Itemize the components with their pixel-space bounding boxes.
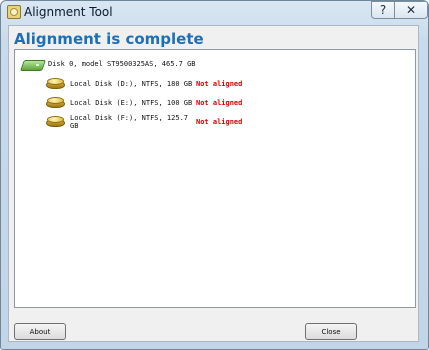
disk-label: Disk 0, model ST9500325AS, 465.7 GB [48, 60, 196, 68]
partition-label: Local Disk (D:), NTFS, 180 GB [70, 80, 193, 88]
dialog-client-area: Alignment is complete Disk 0, model ST95… [8, 25, 419, 342]
help-icon: ? [379, 3, 387, 17]
partition-row-d[interactable]: Local Disk (D:), NTFS, 180 GB Not aligne… [46, 76, 242, 92]
partition-row-f[interactable]: Local Disk (F:), NTFS, 125.7 GB Not alig… [46, 114, 242, 130]
title-bar[interactable]: Alignment Tool ? ✕ [1, 1, 428, 23]
close-icon: ✕ [405, 3, 417, 17]
about-button[interactable]: About [14, 323, 66, 340]
close-button[interactable]: Close [305, 323, 357, 340]
disk-app-icon [7, 5, 21, 19]
disk-tree-panel: Disk 0, model ST9500325AS, 465.7 GB Loca… [14, 49, 416, 308]
partition-status: Not aligned [196, 80, 243, 88]
partition-icon [46, 115, 66, 129]
alignment-tool-window: Alignment Tool ? ✕ Alignment is complete… [0, 0, 429, 350]
window-close-button[interactable]: ✕ [394, 1, 428, 19]
partition-status: Not aligned [196, 99, 243, 107]
partition-label: Local Disk (F:), NTFS, 125.7 GB [70, 114, 189, 130]
page-title: Alignment is complete [14, 30, 204, 48]
partition-label: Local Disk (E:), NTFS, 100 GB [70, 99, 193, 107]
hard-disk-icon [19, 58, 47, 71]
partition-icon [46, 77, 66, 91]
partition-icon [46, 96, 66, 110]
window-title: Alignment Tool [24, 5, 113, 19]
help-button[interactable]: ? [371, 1, 395, 19]
partition-status: Not aligned [196, 118, 243, 126]
disk-row[interactable]: Disk 0, model ST9500325AS, 465.7 GB [19, 56, 196, 72]
partition-row-e[interactable]: Local Disk (E:), NTFS, 100 GB Not aligne… [46, 95, 242, 111]
